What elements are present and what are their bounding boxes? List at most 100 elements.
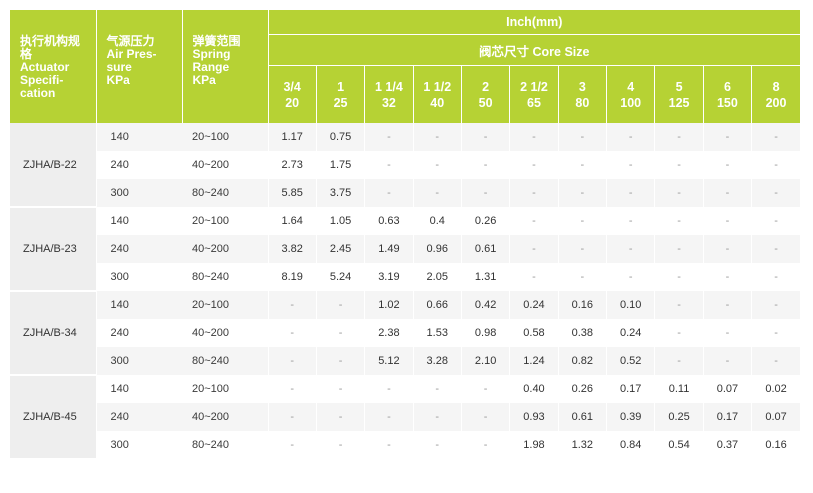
table-row: 300 80~240- - - - -1.98 1.32 0.84 0.54 0.37 0.16: [10, 431, 800, 459]
size-mm: 200: [765, 95, 787, 110]
air-pressure-cell: 140: [96, 123, 182, 151]
cv-value-cell: 1.24: [509, 347, 559, 375]
cv-value-cell: 0.84: [606, 431, 655, 459]
cv-value-cell: -: [364, 123, 414, 151]
cv-value-cell: -: [751, 151, 800, 179]
cv-value-cell: -: [751, 291, 800, 319]
cv-value-cell: -: [267, 319, 317, 347]
size-header-7: 3 80: [557, 65, 607, 123]
cv-value-cell: -: [654, 235, 704, 263]
cv-value-cell: -: [751, 263, 800, 291]
cv-value-cell: 0.16: [557, 291, 607, 319]
cv-value-cell: -: [702, 179, 752, 207]
cv-value-cell: -: [267, 347, 317, 375]
cv-value-cell: 2.10: [460, 347, 510, 375]
cv-value-cell: 0.07: [751, 403, 800, 431]
cv-value-cell: 8.19: [267, 263, 317, 291]
table-row: ZJHA/B-34 140 20~100- -1.02 0.66 0.42 0.24 0.16…: [10, 291, 800, 376]
cv-value-cell: -: [315, 291, 365, 319]
size-mm: 65: [527, 95, 541, 110]
size-inch: 2 1/2: [520, 79, 548, 94]
cv-value-cell: 1.02: [364, 291, 414, 319]
cv-value-cell: -: [364, 375, 414, 403]
cv-value-cell: -: [509, 207, 559, 235]
cv-value-cell: -: [460, 403, 510, 431]
cv-value-cell: -: [364, 403, 414, 431]
cv-value-cell: 0.63: [364, 207, 414, 235]
cv-value-cell: -: [702, 263, 752, 291]
cv-value-cell: -: [412, 123, 462, 151]
cv-value-cell: -: [315, 347, 365, 375]
cv-value-cell: 0.11: [654, 375, 704, 403]
cv-value-cell: 0.82: [557, 347, 607, 375]
cv-value-cell: -: [460, 179, 510, 207]
cv-value-cell: -: [654, 123, 704, 151]
cv-value-cell: -: [460, 123, 510, 151]
air-pressure-cell: 300: [96, 347, 182, 375]
cv-value-cell: -: [751, 207, 800, 235]
cv-value-cell: -: [315, 319, 365, 347]
cv-value-cell: 0.17: [606, 375, 655, 403]
cv-value-cell: 0.24: [509, 291, 559, 319]
size-inch: 1 1/2: [423, 79, 452, 94]
table-row: 240 40~200- - - - -0.93 0.61 0.39 0.25 0.17 0.07: [10, 403, 800, 431]
spring-range-cell: 40~200: [182, 151, 268, 179]
cv-value-cell: -: [315, 375, 365, 403]
cv-value-cell: 1.98: [509, 431, 559, 459]
cv-value-cell: -: [751, 179, 800, 207]
size-header-9: 5 125: [654, 65, 704, 123]
cv-value-cell: 0.61: [460, 235, 510, 263]
cv-value-cell: 3.28: [412, 347, 462, 375]
cv-value-cell: -: [412, 403, 462, 431]
air-pressure-cell: 300: [96, 263, 182, 291]
cv-value-cell: -: [267, 403, 317, 431]
cv-value-cell: 0.58: [509, 319, 559, 347]
table-row: ZJHA/B-22 140 20~100 1.17 0.75- - - - - - - - -: [10, 123, 800, 208]
cv-value-cell: 5.24: [315, 263, 365, 291]
size-inch: 5: [675, 79, 683, 94]
cv-value-cell: -: [702, 319, 752, 347]
cv-value-cell: -: [702, 207, 752, 235]
cv-value-cell: -: [557, 179, 607, 207]
header-inch-mm: Inch(mm): [268, 10, 800, 35]
table-row: ZJHA/B-45 140 20~100- - - - -0.40 0.26 0.17 0.11 0…: [10, 375, 800, 460]
spring-range-cell: 40~200: [182, 235, 268, 263]
cv-value-cell: -: [606, 235, 655, 263]
cv-value-cell: 5.12: [364, 347, 414, 375]
cv-value-cell: 0.93: [509, 403, 559, 431]
cv-value-cell: -: [654, 319, 704, 347]
size-inch: 2: [482, 79, 490, 94]
cv-value-cell: 1.75: [315, 151, 365, 179]
size-header-5: 2 50: [460, 65, 510, 123]
cv-value-cell: 0.40: [509, 375, 559, 403]
cv-value-cell: -: [364, 179, 414, 207]
spring-range-cell: 80~240: [182, 179, 268, 207]
cv-value-cell: -: [751, 235, 800, 263]
cv-value-cell: -: [654, 207, 704, 235]
cv-value-cell: -: [654, 347, 704, 375]
cv-value-cell: -: [412, 179, 462, 207]
air-pressure-cell: 140: [96, 375, 182, 403]
size-mm: 100: [620, 95, 642, 110]
cv-value-cell: -: [509, 151, 559, 179]
cv-value-cell: -: [557, 151, 607, 179]
header-air-pressure: 气源压力 Air Pres- sure KPa: [96, 10, 183, 123]
size-header-6: 2 1/2 65: [509, 65, 559, 123]
air-pressure-cell: 300: [96, 431, 182, 459]
cv-value-cell: -: [509, 123, 559, 151]
cv-value-cell: -: [654, 291, 704, 319]
header-actuator-cn: 执行机构规格: [20, 34, 81, 61]
cv-value-cell: 1.64: [267, 207, 317, 235]
spring-range-cell: 80~240: [182, 347, 268, 375]
cv-value-cell: 3.75: [315, 179, 365, 207]
header-actuator-en-3: cation: [20, 86, 56, 100]
cv-value-cell: 0.98: [460, 319, 510, 347]
spring-range-cell: 80~240: [182, 431, 268, 459]
cv-value-cell: 2.73: [267, 151, 317, 179]
cv-value-cell: -: [557, 263, 607, 291]
cv-value-cell: 3.82: [267, 235, 317, 263]
cv-value-cell: 1.49: [364, 235, 414, 263]
cv-value-cell: -: [654, 263, 704, 291]
air-pressure-cell: 240: [96, 403, 182, 431]
table-header: 执行机构规格 Actuator Specifi- cation 气源压力 Air…: [10, 10, 800, 123]
